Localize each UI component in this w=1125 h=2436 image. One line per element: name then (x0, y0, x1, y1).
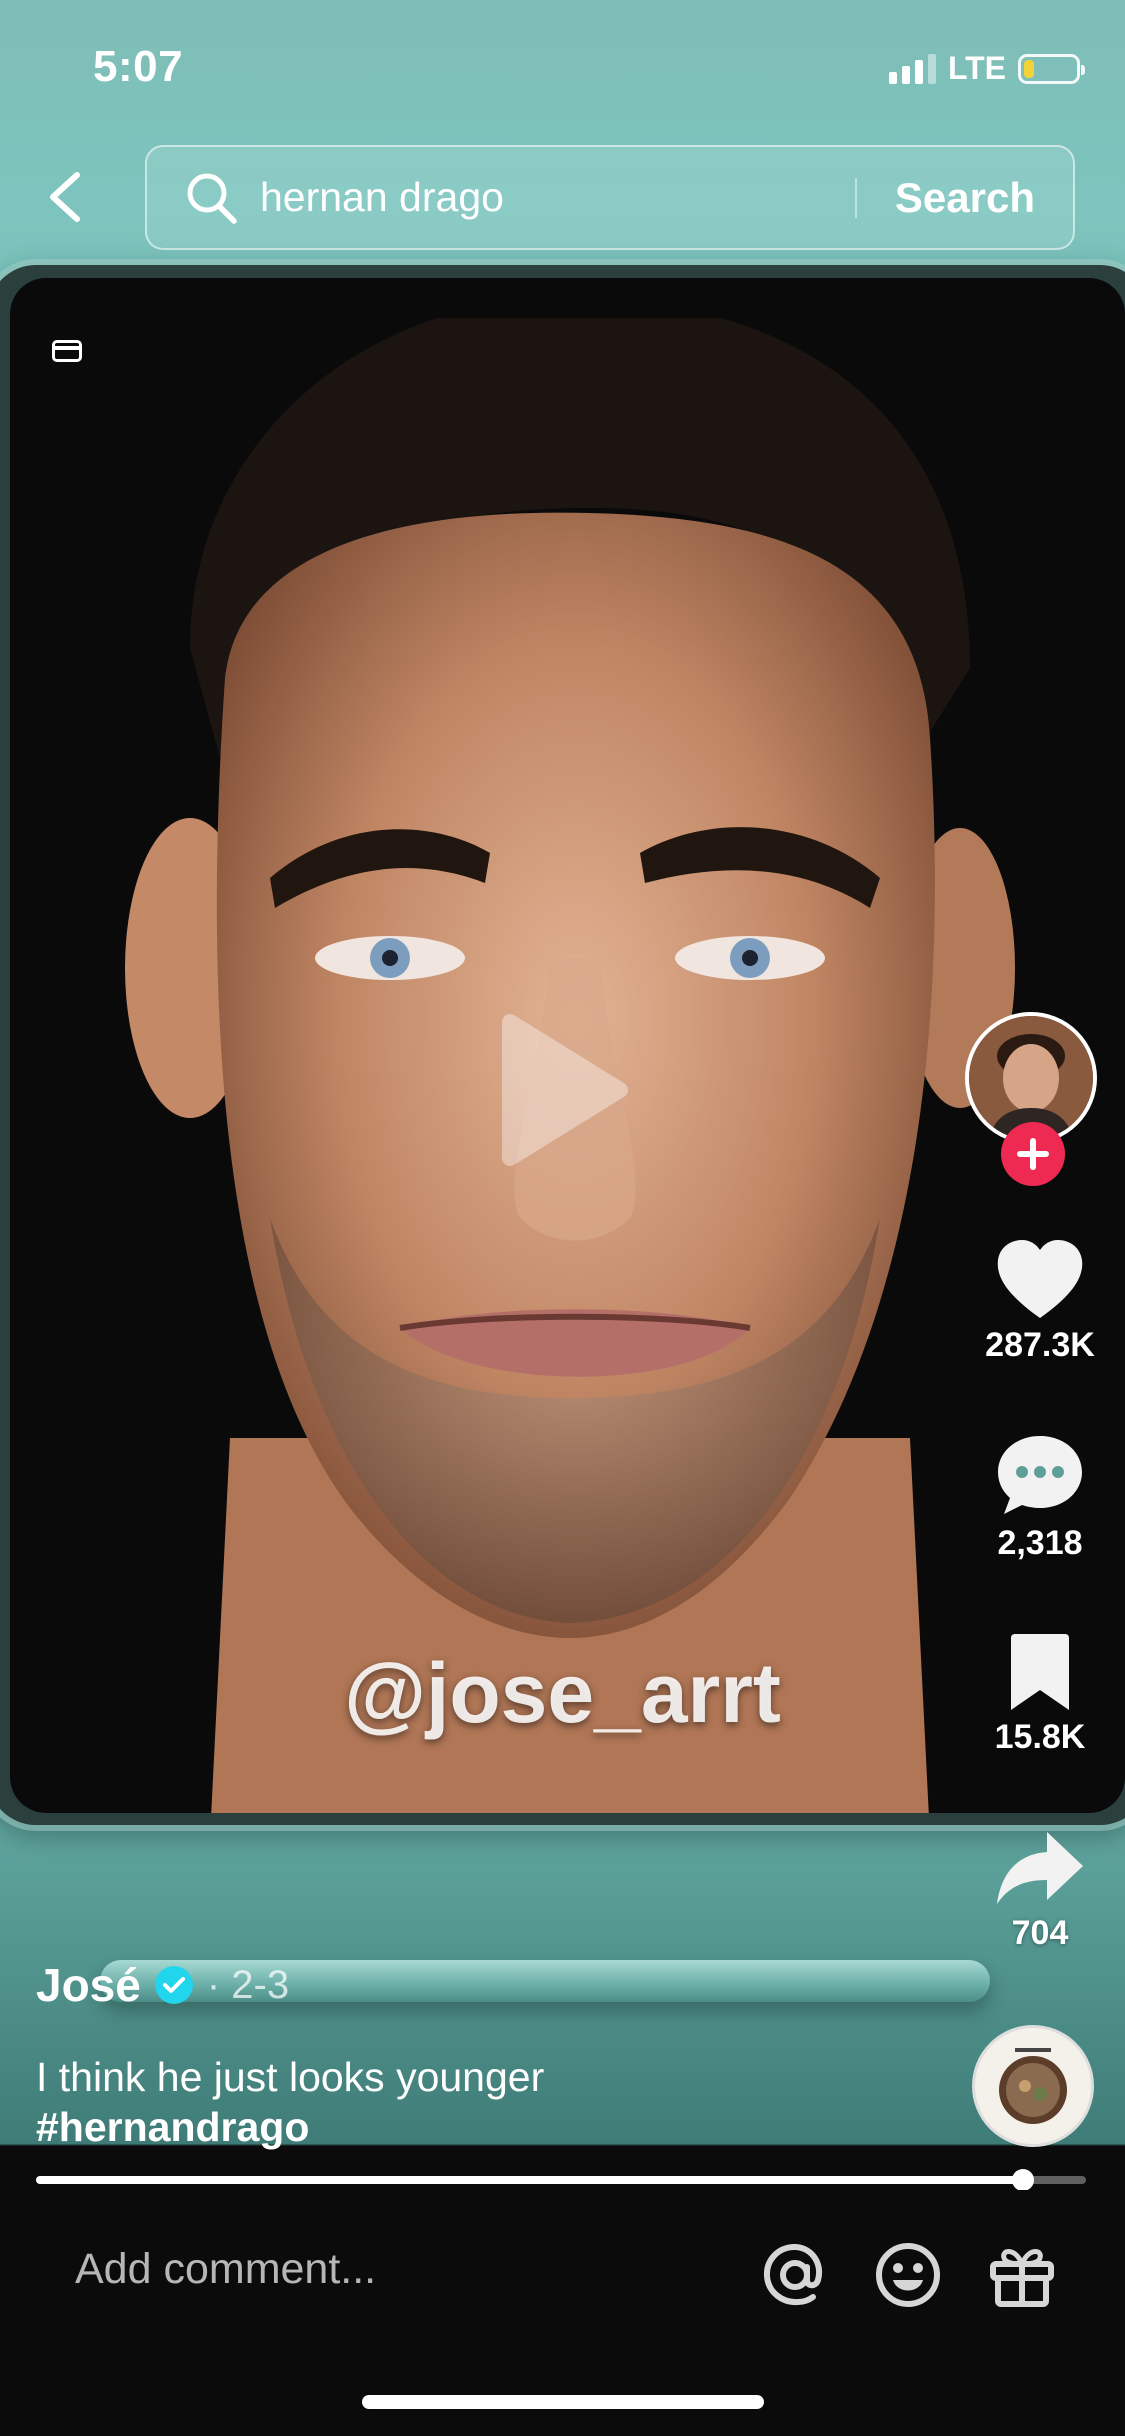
tiktok-video-screen: 5:07 LTE hernan drago Search @jose_arrt … (0, 0, 1125, 2436)
network-label: LTE (947, 50, 1006, 86)
play-icon[interactable] (500, 1010, 630, 1170)
signal-icon (888, 53, 936, 84)
share-arrow-icon (997, 1832, 1083, 1904)
bookmark-icon (1011, 1634, 1069, 1710)
progress-handle[interactable] (1012, 2169, 1034, 2191)
home-indicator[interactable] (362, 2395, 764, 2409)
comment-bubble-icon (998, 1436, 1082, 1514)
search-icon (187, 173, 237, 224)
comment-count: 2,318 (997, 1524, 1083, 1562)
search-input[interactable]: hernan drago (260, 174, 855, 221)
sound-cover-icon (999, 2048, 1067, 2124)
video-progress-bar[interactable] (36, 2169, 1086, 2191)
post-date: · 2-3 (206, 1962, 290, 2007)
gift-icon[interactable] (987, 2240, 1057, 2310)
hashtag-link[interactable]: #hernandrago (36, 2102, 544, 2152)
comment-input[interactable]: Add comment... (75, 2245, 376, 2294)
battery-icon (1018, 53, 1085, 84)
author-name[interactable]: José (36, 1958, 141, 2012)
chevron-left-icon (50, 172, 80, 222)
back-button[interactable] (40, 162, 90, 232)
share-action[interactable]: 704 (960, 1828, 1120, 1953)
post-caption: I think he just looks younger #hernandra… (36, 2052, 544, 2152)
like-count: 287.3K (985, 1326, 1095, 1364)
search-bar[interactable]: hernan drago Search (145, 145, 1075, 250)
emoji-icon[interactable] (873, 2240, 943, 2310)
status-indicators: LTE (888, 50, 1085, 87)
author-row: José · 2-3 (36, 1958, 289, 2012)
captions-icon[interactable] (52, 340, 82, 362)
status-time: 5:07 (93, 42, 184, 91)
plus-icon (1017, 1138, 1049, 1170)
mention-icon[interactable] (760, 2240, 830, 2310)
battery-level (1024, 59, 1034, 78)
share-count: 704 (1011, 1914, 1069, 1952)
video-watermark: @jose_arrt (344, 1646, 781, 1740)
caption-text: I think he just looks younger (36, 2054, 545, 2100)
verified-badge-icon (154, 1966, 193, 2004)
search-button[interactable]: Search (857, 174, 1073, 222)
heart-icon (997, 1240, 1083, 1318)
comment-action[interactable]: 2,318 (960, 1432, 1120, 1563)
creator-avatar-group[interactable] (965, 1012, 1103, 1186)
sound-disc[interactable] (972, 2025, 1094, 2147)
like-action[interactable]: 287.3K (960, 1238, 1120, 1365)
save-count: 15.8K (994, 1718, 1086, 1756)
save-action[interactable]: 15.8K (960, 1632, 1120, 1757)
follow-button[interactable] (1001, 1122, 1065, 1186)
progress-fill (36, 2176, 1023, 2184)
